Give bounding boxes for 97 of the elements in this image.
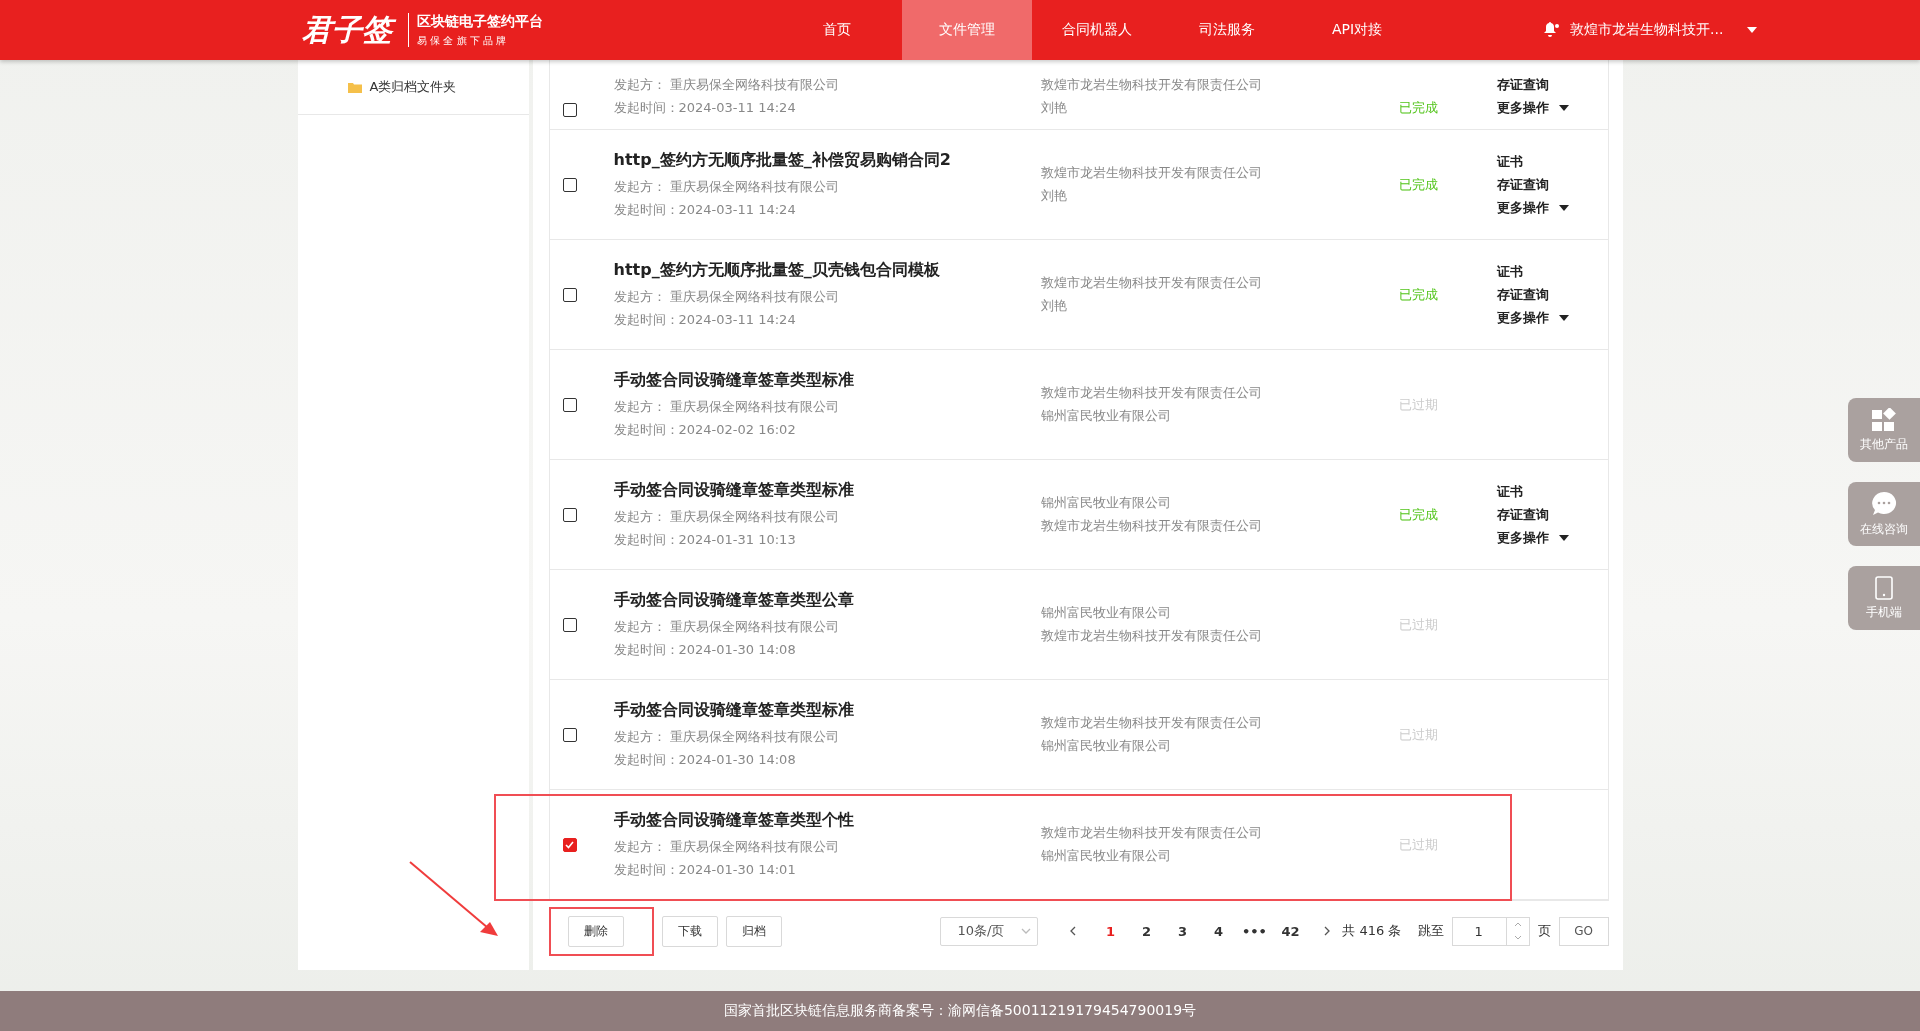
signer-name: 锦州富民牧业有限公司 [1040, 407, 1172, 425]
grid-icon [1871, 407, 1897, 432]
more-actions-dropdown[interactable]: 更多操作 [1496, 99, 1608, 117]
signer-name: 锦州富民牧业有限公司 [1040, 604, 1172, 622]
chevron-down-icon [1021, 926, 1032, 936]
start-time: 发起时间：2024-01-30 14:08 [613, 751, 797, 769]
row-checkbox[interactable] [562, 397, 577, 412]
sender-text: 发起方： 重庆易保全网络科技有限公司 [613, 288, 840, 306]
sender-text: 发起方： 重庆易保全网络科技有限公司 [613, 838, 840, 856]
more-actions-dropdown[interactable]: 更多操作 [1496, 528, 1608, 547]
status-text: 已完成 [1398, 505, 1439, 524]
signer-name: 刘艳 [1040, 99, 1068, 117]
start-time: 发起时间：2024-01-30 14:08 [613, 641, 797, 659]
page-number[interactable]: 4 [1200, 923, 1237, 939]
nav-tab[interactable]: 首页 [772, 0, 902, 60]
signer-name: 敦煌市龙岩生物科技开发有限责任公司 [1040, 274, 1263, 292]
sender-text: 发起方： 重庆易保全网络科技有限公司 [613, 178, 840, 196]
phone-icon [1875, 575, 1893, 600]
signer-name: 敦煌市龙岩生物科技开发有限责任公司 [1040, 627, 1263, 645]
bulk-action-button[interactable]: 删除 [567, 915, 624, 947]
page-number[interactable]: 3 [1164, 923, 1201, 939]
bulk-action-button[interactable]: 归档 [725, 915, 782, 947]
caret-icon [1558, 534, 1569, 541]
caret-icon [1558, 204, 1569, 211]
action-link[interactable]: 存证查询 [1496, 76, 1608, 94]
document-title[interactable]: 手动签合同设骑缝章签章类型个性 [613, 810, 1041, 831]
sender-text: 发起方： 重庆易保全网络科技有限公司 [613, 728, 840, 746]
page-number[interactable]: ••• [1236, 923, 1273, 939]
caret-icon [1558, 314, 1569, 321]
page-number[interactable]: 2 [1128, 923, 1165, 939]
row-checkbox[interactable] [562, 837, 577, 852]
chat-icon [1871, 490, 1897, 517]
start-time: 发起时间：2024-01-30 14:01 [613, 861, 797, 879]
document-title[interactable]: 手动签合同设骑缝章签章类型标准 [613, 480, 1041, 501]
jump-label: 跳至 [1417, 922, 1444, 940]
start-time: 发起时间：2024-03-11 14:24 [613, 99, 797, 117]
signer-name: 刘艳 [1040, 187, 1068, 205]
logo: 君子签 [300, 8, 400, 52]
bell-icon[interactable] [1542, 22, 1560, 38]
sender-text: 发起方： 重庆易保全网络科技有限公司 [613, 76, 840, 94]
document-title[interactable]: 手动签合同设骑缝章签章类型标准 [613, 370, 1041, 391]
user-name[interactable]: 敦煌市龙岩生物科技开... [1570, 21, 1724, 39]
start-time: 发起时间：2024-03-11 14:24 [613, 311, 797, 329]
folder-item[interactable]: A类归档文件夹 [297, 60, 529, 115]
row-checkbox[interactable] [562, 617, 577, 632]
go-button[interactable]: GO [1558, 916, 1609, 946]
document-title[interactable]: http_签约方无顺序批量签_贝壳钱包合同模板 [613, 260, 1041, 281]
sender-text: 发起方： 重庆易保全网络科技有限公司 [613, 618, 840, 636]
signer-name: 刘艳 [1040, 297, 1068, 315]
signer-name: 敦煌市龙岩生物科技开发有限责任公司 [1040, 714, 1263, 732]
document-title[interactable]: 手动签合同设骑缝章签章类型标准 [613, 700, 1041, 721]
signer-name: 敦煌市龙岩生物科技开发有限责任公司 [1040, 824, 1263, 842]
signer-name: 锦州富民牧业有限公司 [1040, 494, 1172, 512]
sender-text: 发起方： 重庆易保全网络科技有限公司 [613, 398, 840, 416]
row-checkbox[interactable] [562, 287, 577, 302]
document-title[interactable]: 手动签合同设骑缝章签章类型公章 [613, 590, 1041, 611]
action-link[interactable]: 证书 [1496, 262, 1608, 281]
action-link[interactable]: 存证查询 [1496, 285, 1608, 304]
nav-tab[interactable]: 司法服务 [1162, 0, 1292, 60]
row-checkbox[interactable] [562, 103, 577, 117]
status-text: 已完成 [1398, 285, 1439, 304]
signer-name: 锦州富民牧业有限公司 [1040, 737, 1172, 755]
platform-name: 区块链电子签约平台 [417, 12, 543, 31]
more-actions-dropdown[interactable]: 更多操作 [1496, 308, 1608, 327]
bulk-action-button[interactable]: 下载 [661, 915, 718, 947]
page-unit: 页 [1537, 922, 1551, 940]
start-time: 发起时间：2024-03-11 14:24 [613, 201, 797, 219]
row-checkbox[interactable] [562, 177, 577, 192]
page-number[interactable]: 42 [1272, 923, 1309, 939]
signer-name: 敦煌市龙岩生物科技开发有限责任公司 [1040, 76, 1263, 94]
action-link[interactable]: 存证查询 [1496, 505, 1608, 524]
page-number[interactable]: 1 [1092, 923, 1129, 939]
nav-tab[interactable]: API对接 [1292, 0, 1422, 60]
signer-name: 锦州富民牧业有限公司 [1040, 847, 1172, 865]
document-title[interactable]: http_签约方无顺序批量签_补偿贸易购销合同2 [613, 150, 1041, 171]
action-link[interactable]: 存证查询 [1496, 175, 1608, 194]
start-time: 发起时间：2024-02-02 16:02 [613, 421, 797, 439]
footer-text: 国家首批区块链信息服务商备案号：渝网信备50011219179454790019号 [0, 991, 1920, 1031]
nav-tab[interactable]: 合同机器人 [1032, 0, 1162, 60]
sender-text: 发起方： 重庆易保全网络科技有限公司 [613, 508, 840, 526]
action-link[interactable]: 证书 [1496, 152, 1608, 171]
more-actions-dropdown[interactable]: 更多操作 [1496, 198, 1608, 217]
start-time: 发起时间：2024-01-31 10:13 [613, 531, 797, 549]
signer-name: 敦煌市龙岩生物科技开发有限责任公司 [1040, 384, 1263, 402]
status-text: 已完成 [1398, 99, 1439, 117]
folder-icon [347, 81, 362, 93]
caret-icon [1747, 27, 1758, 33]
page-size-select[interactable]: 10条/页 [940, 916, 1039, 946]
status-text: 已完成 [1398, 175, 1439, 194]
row-checkbox[interactable] [562, 507, 577, 522]
signer-name: 敦煌市龙岩生物科技开发有限责任公司 [1040, 164, 1263, 182]
action-link[interactable]: 证书 [1496, 482, 1608, 501]
row-checkbox[interactable] [562, 727, 577, 742]
total-count: 共 416 条 [1342, 922, 1402, 940]
slogan: 易 保 全 旗 下 品 牌 [417, 33, 508, 48]
signer-name: 敦煌市龙岩生物科技开发有限责任公司 [1040, 517, 1263, 535]
caret-icon [1558, 105, 1569, 111]
